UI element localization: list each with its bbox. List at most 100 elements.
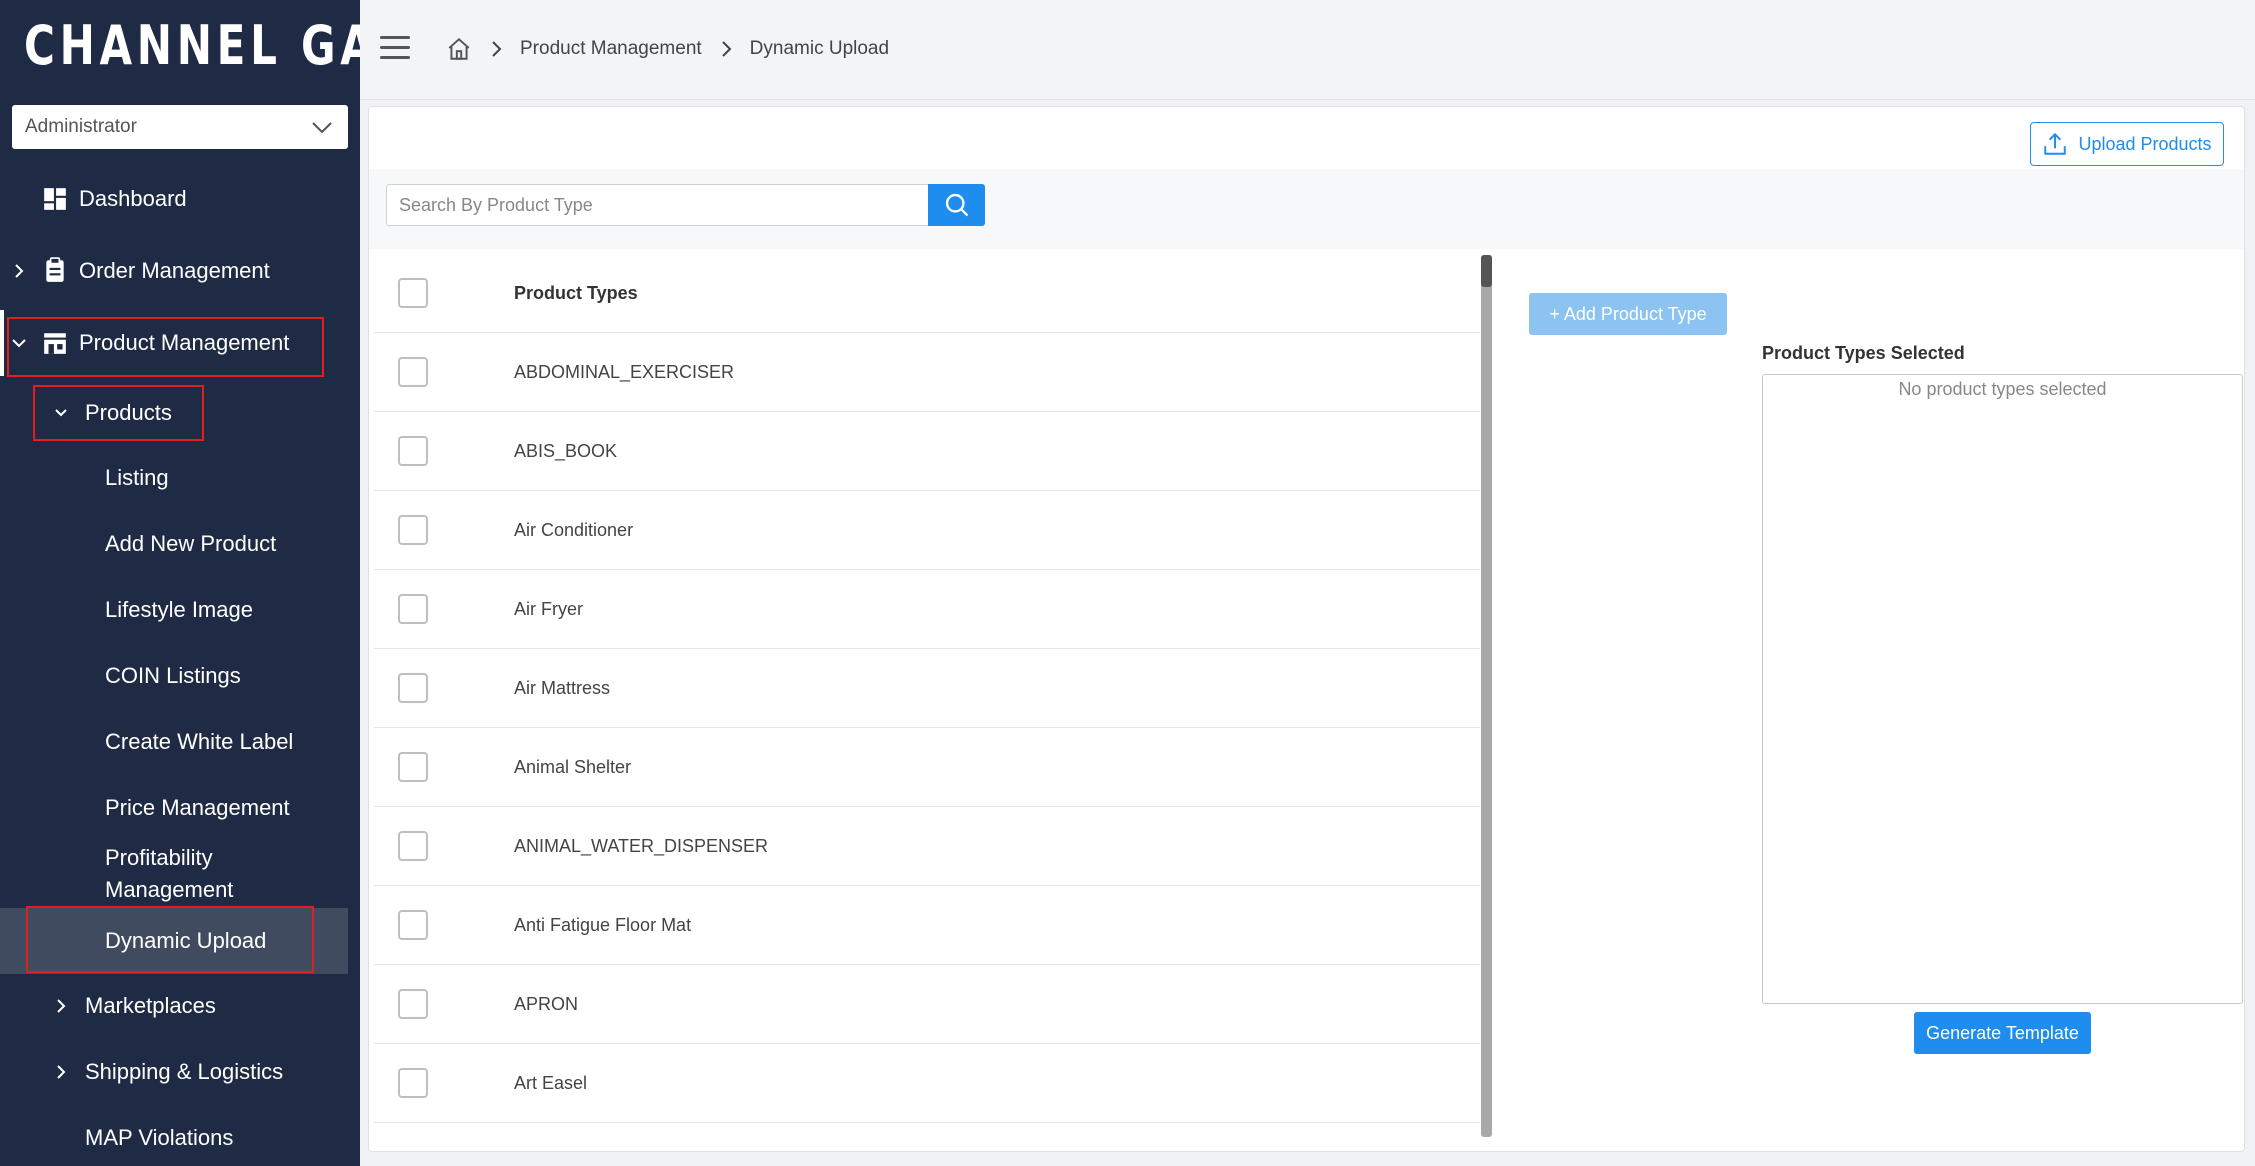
sidebar-item-label: Add New Product [105, 531, 277, 556]
product-type-cell: Air Mattress [514, 677, 611, 698]
add-product-type-button[interactable]: + Add Product Type [1529, 293, 1727, 335]
top-header: Product Management Dynamic Upload [360, 0, 2255, 100]
role-select-value: Administrator [25, 116, 137, 137]
product-type-cell: ANIMAL_WATER_DISPENSER [514, 835, 769, 856]
sidebar-item-label: Marketplaces [85, 993, 216, 1018]
selected-types-empty-text: No product types selected [1898, 379, 2107, 399]
store-icon [44, 333, 66, 354]
main-card: Upload Products Product Types ABDOMINAL_… [368, 106, 2245, 1152]
upload-icon [2044, 132, 2067, 155]
selected-types-box[interactable]: No product types selected [1762, 374, 2243, 1004]
sidebar-item-label: Products [85, 400, 172, 425]
product-type-cell: Air Conditioner [514, 519, 634, 540]
sidebar-item-label: Dynamic Upload [105, 928, 267, 953]
upload-products-button[interactable]: Upload Products [2030, 122, 2224, 166]
row-checkbox[interactable] [398, 1068, 428, 1098]
product-type-cell: Art Easel [514, 1072, 588, 1093]
sidebar-item-lifestyle-image[interactable]: Lifestyle Image [0, 594, 348, 626]
breadcrumb: Product Management Dynamic Upload [446, 30, 889, 68]
table-header-row: Product Types [374, 254, 1480, 333]
table-row[interactable]: Air Fryer [374, 570, 1480, 649]
product-type-cell: APRON [514, 993, 579, 1014]
chevron-right-icon [53, 998, 69, 1014]
row-checkbox[interactable] [398, 752, 428, 782]
sidebar-item-listing[interactable]: Listing [0, 462, 348, 494]
search-button[interactable] [928, 184, 985, 226]
hamburger-menu-icon[interactable] [380, 36, 412, 62]
sidebar-item-label: MAP Violations [85, 1125, 234, 1150]
sidebar-item-order-management[interactable]: Order Management [0, 252, 360, 290]
table-row[interactable]: ANIMAL_WATER_DISPENSER [374, 807, 1480, 886]
sidebar-item-shipping-logistics[interactable]: Shipping & Logistics [0, 1056, 360, 1088]
sidebar-item-profitability-management[interactable]: Profitability Management [0, 842, 348, 906]
row-checkbox[interactable] [398, 831, 428, 861]
table-row[interactable]: ABIS_BOOK [374, 412, 1480, 491]
sidebar-item-dashboard[interactable]: Dashboard [0, 180, 360, 218]
table-row[interactable]: Animal Shelter [374, 728, 1480, 807]
sidebar-item-label: Price Management [105, 795, 290, 820]
product-type-cell: ABDOMINAL_EXERCISER [514, 361, 735, 382]
sidebar-item-label: Order Management [79, 258, 270, 283]
table-row[interactable]: ABDOMINAL_EXERCISER [374, 333, 1480, 412]
sidebar-item-map-violations[interactable]: MAP Violations [0, 1122, 360, 1154]
sidebar: CHANNEL GATE Administrator Dashboard Ord… [0, 0, 436, 1166]
sidebar-item-marketplaces[interactable]: Marketplaces [0, 990, 360, 1022]
generate-template-button[interactable]: Generate Template [1914, 1012, 2091, 1054]
row-checkbox[interactable] [398, 673, 428, 703]
row-checkbox[interactable] [398, 436, 428, 466]
sidebar-item-label: Dashboard [79, 186, 187, 211]
sidebar-item-create-white-label[interactable]: Create White Label [0, 726, 348, 758]
product-type-cell: Air Fryer [514, 598, 583, 619]
upload-products-label: Upload Products [2078, 133, 2212, 154]
chevron-right-icon [716, 39, 736, 59]
product-type-cell: Animal Shelter [514, 756, 632, 777]
clipboard-icon [46, 257, 64, 282]
row-checkbox[interactable] [398, 594, 428, 624]
product-types-table: Product Types ABDOMINAL_EXERCISER ABIS_B… [374, 254, 1480, 1144]
sidebar-item-label: COIN Listings [105, 663, 241, 688]
table-row[interactable]: Air Mattress [374, 649, 1480, 728]
table-row[interactable]: APRON [374, 965, 1480, 1044]
role-select[interactable]: Administrator [12, 105, 348, 149]
table-row[interactable]: Air Conditioner [374, 491, 1480, 570]
sidebar-item-label: Product Management [79, 330, 290, 355]
product-type-cell: Anti Fatigue Floor Mat [514, 914, 692, 935]
chevron-down-icon [312, 122, 332, 134]
search-icon [945, 193, 968, 217]
sidebar-item-label: Create White Label [105, 729, 294, 754]
sidebar-item-products[interactable]: Products [0, 394, 360, 432]
row-checkbox[interactable] [398, 515, 428, 545]
chevron-down-icon [11, 335, 27, 351]
sidebar-item-dynamic-upload[interactable]: Dynamic Upload [0, 908, 348, 974]
product-type-cell: ABIS_BOOK [514, 440, 618, 461]
chevron-right-icon [486, 39, 506, 59]
search-input[interactable] [386, 184, 929, 226]
sidebar-item-label: Profitability [105, 845, 213, 870]
home-icon[interactable] [446, 36, 472, 62]
sidebar-item-label: Management [105, 877, 234, 902]
table-row[interactable]: Art Easel [374, 1044, 1480, 1123]
sidebar-item-label: Lifestyle Image [105, 597, 253, 622]
scrollbar-thumb[interactable] [1481, 255, 1492, 287]
chevron-right-icon [53, 1064, 69, 1080]
dashboard-icon [44, 188, 66, 210]
select-all-checkbox[interactable] [398, 278, 428, 308]
row-checkbox[interactable] [398, 910, 428, 940]
column-header-product-types: Product Types [514, 282, 638, 303]
table-row[interactable]: Anti Fatigue Floor Mat [374, 886, 1480, 965]
chevron-down-icon [53, 405, 69, 421]
selected-types-label: Product Types Selected [1762, 343, 1965, 363]
sidebar-item-product-management[interactable]: Product Management [0, 324, 360, 362]
search-bar [369, 169, 2244, 249]
sidebar-item-label: Listing [105, 465, 169, 490]
breadcrumb-item-dynamic-upload: Dynamic Upload [749, 38, 890, 59]
sidebar-item-coin-listings[interactable]: COIN Listings [0, 660, 348, 692]
chevron-right-icon [11, 263, 27, 279]
row-checkbox[interactable] [398, 989, 428, 1019]
sidebar-item-price-management[interactable]: Price Management [0, 792, 348, 824]
sidebar-item-label: Shipping & Logistics [85, 1059, 284, 1084]
sidebar-item-add-new-product[interactable]: Add New Product [0, 528, 348, 560]
row-checkbox[interactable] [398, 357, 428, 387]
breadcrumb-item-product-management[interactable]: Product Management [520, 38, 702, 60]
table-scrollbar[interactable] [1481, 255, 1492, 1137]
